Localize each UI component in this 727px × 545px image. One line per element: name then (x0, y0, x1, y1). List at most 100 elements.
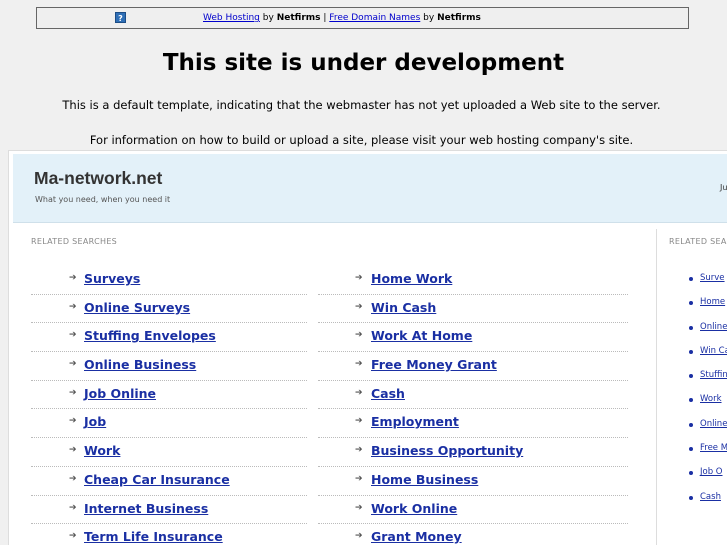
search-link[interactable]: Free M (700, 443, 727, 453)
list-item[interactable]: ➔ Work At Home (318, 323, 628, 353)
info-text-2: For information on how to build or uploa… (89, 133, 634, 147)
bullet-icon (689, 277, 693, 281)
arrow-right-icon: ➔ (69, 445, 77, 456)
banner-by-text: by (423, 13, 435, 23)
bullet-icon (689, 471, 693, 476)
search-link[interactable]: Surve (700, 273, 725, 283)
bullet-icon (689, 301, 693, 306)
arrow-right-icon: ➔ (355, 445, 363, 456)
search-link[interactable]: Business Opportunity (371, 443, 523, 458)
bullet-icon (689, 495, 693, 500)
search-link[interactable]: Online (700, 419, 727, 429)
related-searches-label: RELATED SEARCHES (31, 237, 118, 246)
arrow-right-icon: ➔ (69, 301, 77, 312)
column-divider (656, 229, 657, 545)
bullet-icon (689, 447, 693, 452)
search-link[interactable]: Work At Home (371, 328, 472, 343)
search-link[interactable]: Job O (700, 467, 723, 477)
search-link[interactable]: Online Business (84, 357, 196, 372)
banner-links: Web Hosting by Netfirms | Free Domain Na… (203, 8, 481, 28)
arrow-right-icon: ➔ (355, 273, 363, 283)
help-icon[interactable]: ? (115, 12, 126, 23)
list-item[interactable]: ➔ Work (31, 438, 307, 467)
list-item[interactable]: ➔ Employment (318, 409, 628, 439)
search-link[interactable]: Cheap Car Insurance (84, 472, 230, 487)
arrow-right-icon: ➔ (355, 502, 363, 513)
info-text: This is a default template, indicating t… (62, 98, 661, 112)
search-link[interactable]: Win Ca (700, 346, 727, 356)
search-link[interactable]: Work Online (371, 501, 457, 516)
search-link[interactable]: Job (84, 414, 106, 429)
search-link[interactable]: Home Work (371, 271, 452, 286)
search-link[interactable]: Stuffin (700, 370, 727, 380)
list-item[interactable]: ➔ Term Life Insurance (31, 524, 307, 545)
list-item[interactable]: ➔ Home Business (318, 467, 628, 496)
search-link[interactable]: Term Life Insurance (84, 529, 223, 544)
list-item[interactable]: ➔ Free Money Grant (318, 352, 628, 381)
bullet-icon (689, 374, 693, 379)
bullet-icon (689, 325, 693, 330)
search-link[interactable]: Cash (700, 492, 721, 502)
list-item[interactable]: ➔ Job (31, 409, 307, 439)
arrow-right-icon: ➔ (69, 387, 77, 398)
arrow-right-icon: ➔ (69, 531, 77, 542)
search-link[interactable]: Surveys (84, 271, 140, 286)
arrow-right-icon: ➔ (69, 502, 77, 513)
list-item[interactable]: ➔ Business Opportunity (318, 438, 628, 467)
banner-brand: Netfirms (437, 13, 481, 23)
web-hosting-link[interactable]: Web Hosting (203, 13, 260, 23)
bullet-icon (689, 398, 693, 403)
site-tagline: What you need, when you need it (35, 195, 171, 204)
arrow-right-icon: ➔ (355, 473, 363, 484)
banner-separator: | (323, 13, 327, 23)
bullet-icon (689, 349, 693, 354)
arrow-right-icon: ➔ (355, 531, 363, 542)
related-searches-label-right: RELATED SEA (669, 237, 727, 246)
list-item[interactable]: ➔ Stuffing Envelopes (31, 323, 307, 353)
search-link[interactable]: Home Business (371, 472, 478, 487)
search-link[interactable]: Employment (371, 414, 459, 429)
list-item[interactable]: ➔ Online Surveys (31, 295, 307, 324)
arrow-right-icon: ➔ (69, 473, 77, 484)
list-item[interactable]: ➔ Cash (318, 381, 628, 410)
arrow-right-icon: ➔ (355, 330, 363, 341)
list-item[interactable]: ➔ Cheap Car Insurance (31, 467, 307, 496)
list-item[interactable]: ➔ Win Cash (318, 295, 628, 324)
list-item[interactable]: ➔ Surveys (31, 266, 307, 295)
search-link[interactable]: Cash (371, 386, 405, 401)
list-item[interactable]: ➔ Internet Business (31, 496, 307, 525)
bullet-icon (689, 422, 693, 427)
search-link[interactable]: Job Online (84, 386, 156, 401)
arrow-right-icon: ➔ (69, 330, 77, 341)
list-item[interactable]: ➔ Home Work (318, 266, 628, 295)
page-title: This site is under development (162, 50, 565, 76)
free-domain-names-link[interactable]: Free Domain Names (329, 13, 420, 23)
search-link[interactable]: Online Surveys (84, 300, 190, 315)
top-banner: ? Web Hosting by Netfirms | Free Domain … (36, 7, 689, 29)
arrow-right-icon: ➔ (69, 416, 77, 427)
search-link[interactable]: Home (700, 297, 725, 307)
arrow-right-icon: ➔ (69, 273, 77, 283)
list-item[interactable]: ➔ Work Online (318, 496, 628, 525)
arrow-right-icon: ➔ (355, 387, 363, 398)
header-right-text: Ju (720, 183, 727, 192)
arrow-right-icon: ➔ (355, 416, 363, 427)
list-item[interactable]: ➔ Job Online (31, 381, 307, 410)
list-item[interactable]: ➔ Online Business (31, 352, 307, 381)
arrow-right-icon: ➔ (69, 359, 77, 370)
search-link[interactable]: Work (700, 394, 722, 404)
list-item[interactable]: ➔ Grant Money (318, 524, 628, 545)
arrow-right-icon: ➔ (355, 301, 363, 312)
arrow-right-icon: ➔ (355, 359, 363, 370)
search-link[interactable]: Work (84, 443, 120, 458)
site-title: Ma-network.net (34, 168, 163, 188)
banner-by-text: by (262, 13, 274, 23)
search-link[interactable]: Stuffing Envelopes (84, 328, 216, 343)
search-link[interactable]: Internet Business (84, 501, 208, 516)
site-header: Ma-network.net What you need, when you n… (13, 154, 727, 223)
search-link[interactable]: Win Cash (371, 300, 436, 315)
related-searches-left-column: ➔ Surveys ➔ Online Surveys ➔ Stuffing Envel… (31, 266, 307, 545)
search-link[interactable]: Online (700, 322, 727, 332)
search-link[interactable]: Free Money Grant (371, 357, 497, 372)
search-link[interactable]: Grant Money (371, 529, 462, 544)
